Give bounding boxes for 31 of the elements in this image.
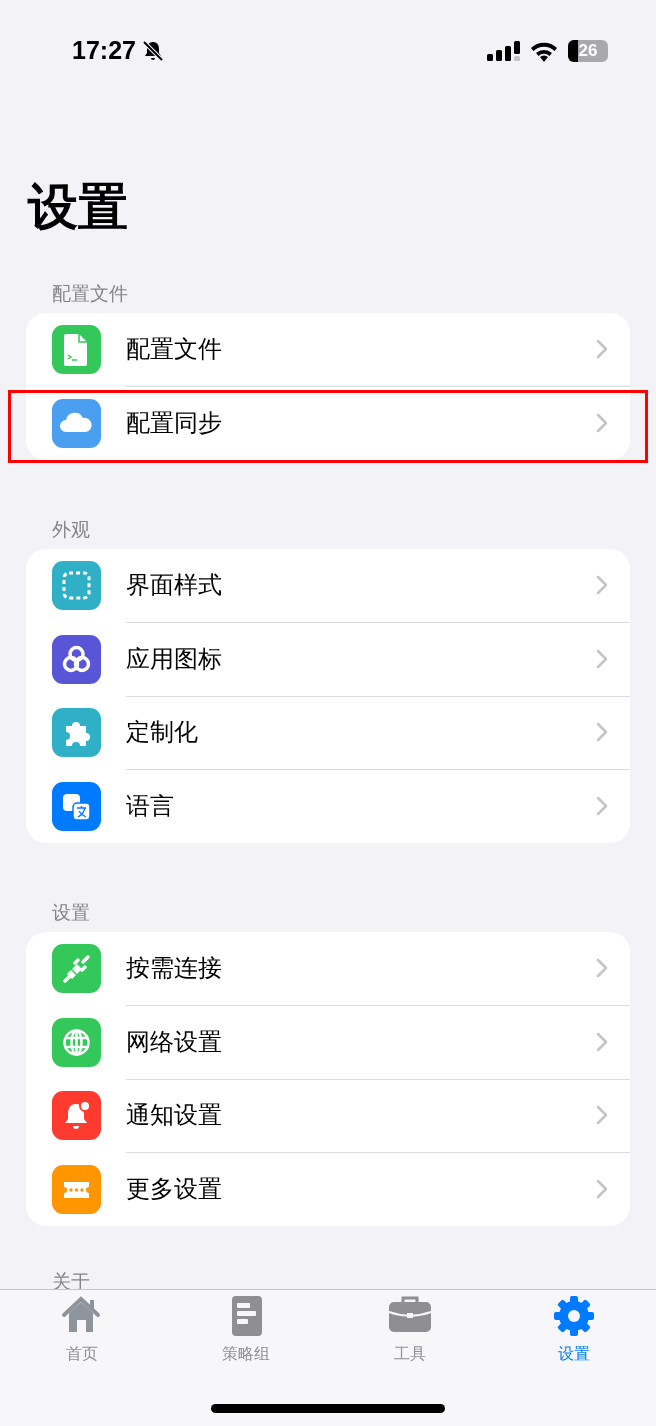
chevron-icon: [596, 1179, 608, 1200]
settings-row[interactable]: 定制化: [26, 696, 630, 770]
clock: 17:27: [72, 36, 136, 65]
settings-row[interactable]: 更多设置: [26, 1152, 630, 1226]
settings-row[interactable]: 应用图标: [26, 622, 630, 696]
settings-row[interactable]: 按需连接: [26, 932, 630, 1006]
settings-row[interactable]: 语言: [26, 769, 630, 843]
chevron-icon: [596, 722, 608, 743]
signal-icon: [487, 40, 520, 62]
bell-slash-icon: [141, 39, 164, 62]
chevron-icon: [596, 339, 608, 360]
settings-row[interactable]: 界面样式: [26, 549, 630, 623]
section-header: 设置: [51, 900, 91, 925]
settings-row[interactable]: 配置文件: [26, 313, 630, 387]
wifi-icon: [530, 40, 558, 62]
settings-row[interactable]: 通知设置: [26, 1079, 630, 1153]
chevron-icon: [596, 1031, 608, 1052]
settings-icon: [552, 1294, 596, 1338]
chevron-icon: [596, 796, 608, 817]
chevron-icon: [596, 648, 608, 669]
chevron-icon: [596, 1105, 608, 1126]
chevron-icon: [596, 412, 608, 433]
battery-icon: 26: [568, 40, 608, 62]
settings-row[interactable]: 配置同步: [26, 386, 630, 460]
chevron-icon: [596, 575, 608, 596]
page-title: 设置: [28, 177, 129, 237]
section-header: 外观: [51, 517, 91, 542]
settings-row[interactable]: 网络设置: [26, 1005, 630, 1079]
chevron-icon: [596, 958, 608, 979]
tab[interactable]: 设置: [492, 1294, 656, 1365]
section-header: 配置文件: [51, 281, 129, 306]
